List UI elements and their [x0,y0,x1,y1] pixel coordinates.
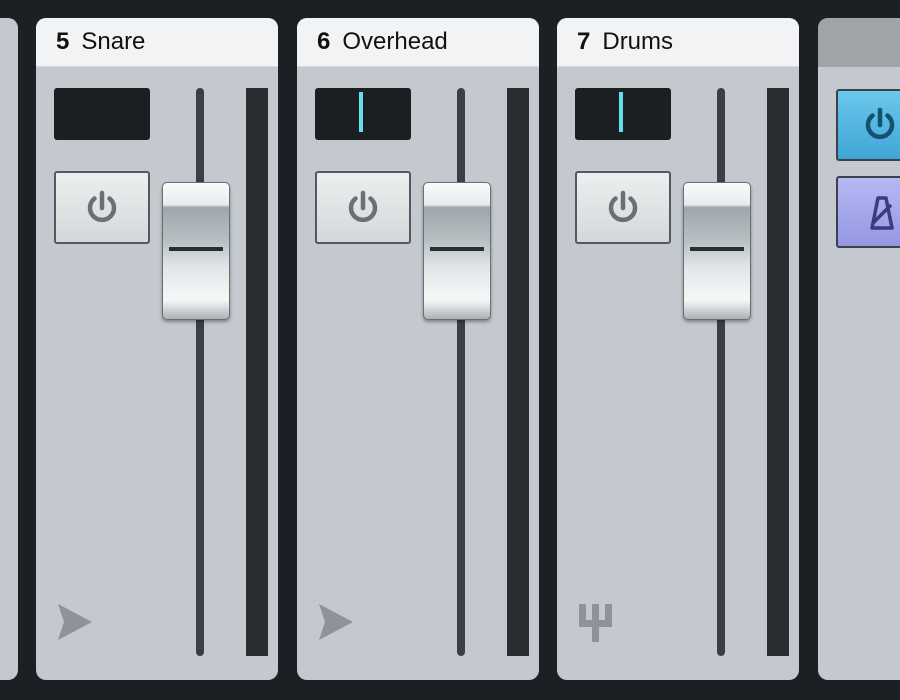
level-meter [767,88,789,656]
channel-number: 5 [56,28,70,55]
channel-display[interactable] [575,88,671,140]
display-cursor [359,92,363,132]
fader-track [196,88,204,656]
power-icon [865,107,895,140]
instrument-fork-icon [579,604,612,642]
channel-header[interactable]: 6 Overhead [297,18,539,67]
send-arrow-icon [319,604,353,640]
fader-handle[interactable] [423,182,491,320]
mixer-view: 5 Snare 6 Overhead 7 Drums [0,0,900,700]
level-meter [507,88,529,656]
display-cursor [619,92,623,132]
channel-name: Drums [602,28,674,55]
power-icon [348,190,378,222]
power-button[interactable] [575,171,671,244]
channel-header[interactable] [818,18,900,67]
power-icon [87,190,117,222]
channel-header[interactable]: 7 Drums [557,18,799,67]
fader-track [717,88,725,656]
metronome-button[interactable] [836,176,900,248]
power-icon [608,190,638,222]
channel-header[interactable]: 5 Snare [36,18,278,67]
power-button[interactable] [54,171,150,244]
channel-strip-partial-right [818,18,900,680]
channel-name: Snare [81,28,146,55]
level-meter [246,88,268,656]
fader-track [457,88,465,656]
send-arrow-icon [58,604,92,640]
channel-display[interactable] [315,88,411,140]
channel-strip-7: 7 Drums [557,18,799,680]
fader-handle[interactable] [683,182,751,320]
channel-strip-partial-left [0,18,18,680]
channel-strip-6: 6 Overhead [297,18,539,680]
channel-display[interactable] [54,88,150,140]
channel-number: 6 [317,28,331,55]
channel-number: 7 [577,28,591,55]
power-button[interactable] [315,171,411,244]
channel-name: Overhead [342,28,448,55]
metronome-icon [870,196,894,230]
fader-handle[interactable] [162,182,230,320]
power-toggle-button[interactable] [836,89,900,161]
channel-strip-5: 5 Snare [36,18,278,680]
